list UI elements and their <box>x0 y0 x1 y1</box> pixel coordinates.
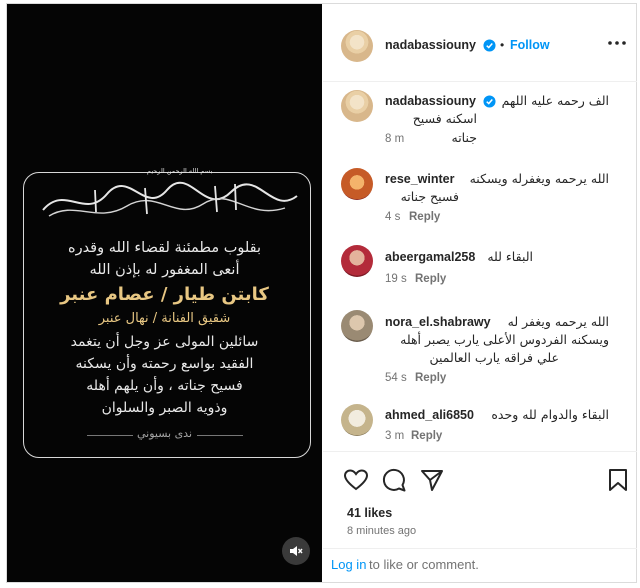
avatar[interactable] <box>341 90 373 122</box>
comment-username[interactable]: rese_winter <box>385 172 454 186</box>
post-header: nadabassiouny • Follow <box>323 4 637 82</box>
reply-button[interactable]: Reply <box>409 211 440 223</box>
action-bar <box>323 451 637 511</box>
heart-icon[interactable] <box>343 467 369 493</box>
avatar[interactable] <box>341 168 373 200</box>
announcement-line: أنعى المغفور له بإذن الله <box>89 262 240 278</box>
caption-username[interactable]: nadabassiouny <box>385 94 476 108</box>
comment-icon[interactable] <box>381 467 407 493</box>
instagram-post: بسم الله الرحمن الرحيم بقلوب مطمئنة لقضا… <box>6 3 637 583</box>
comment-time: 54 s <box>385 372 407 384</box>
comment-text: البقاء لله <box>487 249 533 264</box>
login-link[interactable]: Log in <box>331 557 366 572</box>
caption-time: 8 m <box>385 133 405 145</box>
mute-button[interactable] <box>282 537 310 565</box>
likes-count[interactable]: 41 likes <box>347 506 392 520</box>
comment-text: الله يرحمه ويغفر له <box>507 314 609 329</box>
comment-text: الله يرحمه ويغفرله ويسكنه <box>469 171 609 186</box>
comment-text: علي فراقه يارب العالمين <box>429 350 560 365</box>
more-horizontal-icon[interactable] <box>606 32 628 54</box>
comment-username[interactable]: nora_el.shabrawy <box>385 315 491 329</box>
signature-text: ندى بسيوني <box>136 427 193 440</box>
comment-username[interactable]: abeergamal258 <box>385 250 475 264</box>
comment-username[interactable]: ahmed_ali6850 <box>385 408 474 422</box>
reply-button[interactable]: Reply <box>415 273 446 285</box>
announcement-line: بقلوب مطمئنة لقضاء الله وقدره <box>67 240 262 256</box>
prayer-line: سائلين المولى عز وجل أن يتغمد <box>70 334 259 350</box>
follow-button[interactable]: Follow <box>510 38 550 52</box>
separator-dot: • <box>500 38 505 52</box>
basmala-text: بسم الله الرحمن الرحيم <box>147 167 213 175</box>
post-timestamp: 8 minutes ago <box>347 525 417 537</box>
comment-text: ويسكنه الفردوس الأعلى يارب يصبر أهله <box>400 332 609 347</box>
verified-badge-icon <box>483 39 496 52</box>
avatar[interactable] <box>341 245 373 277</box>
calligraphy-verse <box>42 181 298 217</box>
speaker-muted-icon <box>290 546 303 556</box>
avatar[interactable] <box>341 310 373 342</box>
relation-line: شقيق الفنانة / نهال عنبر <box>98 311 231 326</box>
share-icon[interactable] <box>419 467 445 493</box>
comment-time: 4 s <box>385 211 401 223</box>
deceased-name-line: كابتن طيار / عصام عنبر <box>60 284 269 305</box>
post-sidebar: nadabassiouny • Follow nadabassiouny الف… <box>323 4 637 582</box>
author-username[interactable]: nadabassiouny <box>385 38 476 52</box>
avatar[interactable] <box>341 404 373 436</box>
comment-time: 19 s <box>385 273 407 285</box>
verified-badge-icon <box>483 95 496 108</box>
reply-button[interactable]: Reply <box>415 372 446 384</box>
reply-button[interactable]: Reply <box>411 430 442 442</box>
bookmark-icon[interactable] <box>605 467 631 493</box>
prayer-line: فسيح جناته ، وأن يلهم أهله <box>86 378 243 394</box>
login-prompt-text: to like or comment. <box>369 557 479 572</box>
comment-text: البقاء والدوام لله وحده <box>491 407 609 422</box>
avatar[interactable] <box>341 30 373 62</box>
prayer-line: الفقيد بواسع رحمته وأن يسكنه <box>75 356 254 372</box>
comment-time: 3 m <box>385 430 405 442</box>
post-image[interactable]: بسم الله الرحمن الرحيم بقلوب مطمئنة لقضا… <box>7 4 322 582</box>
prayer-line: وذويه الصبر والسلوان <box>101 400 228 416</box>
caption-text: الف رحمه عليه اللهم <box>501 93 609 108</box>
comment-text: فسيح جناته <box>400 189 459 204</box>
